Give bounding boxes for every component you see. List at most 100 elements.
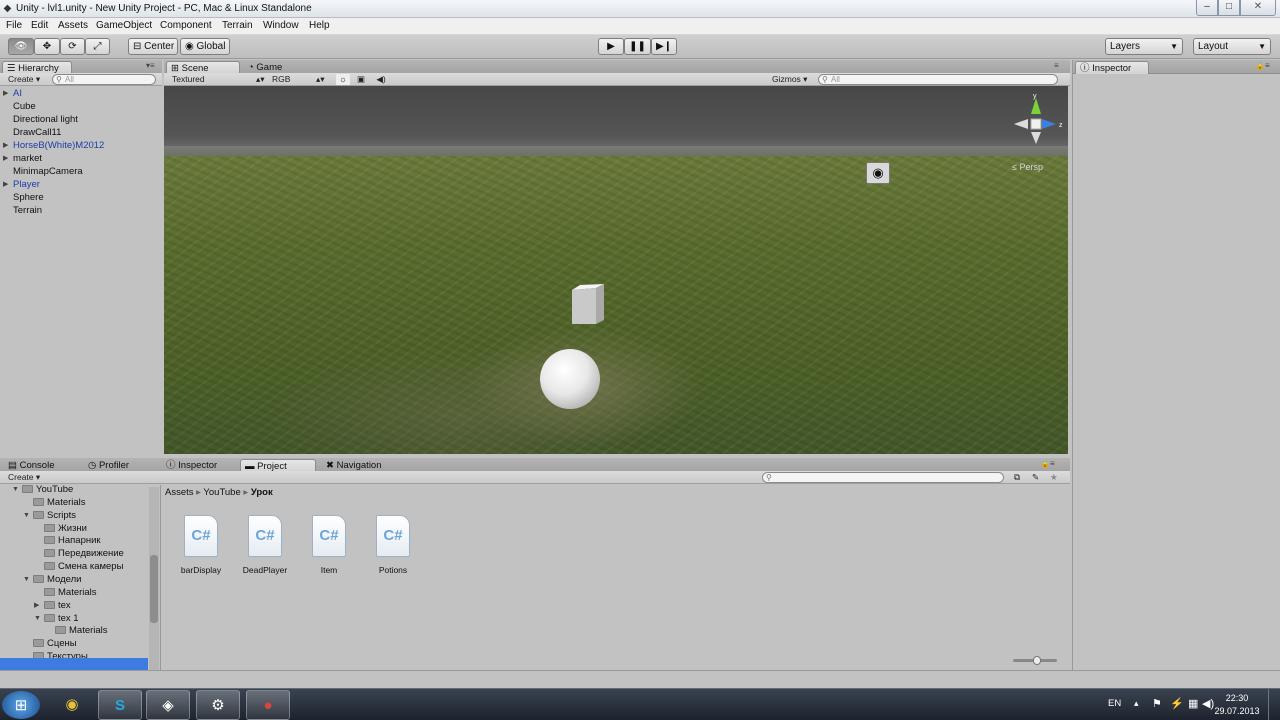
script-file[interactable]: C# DeadPlayer: [235, 505, 295, 575]
taskbar-chrome[interactable]: ◉: [50, 690, 94, 720]
expanded-arrow-icon[interactable]: ▼: [34, 612, 41, 625]
menu-help[interactable]: Help: [309, 20, 330, 31]
tree-folder-item[interactable]: Materials: [33, 496, 86, 509]
menu-terrain[interactable]: Terrain: [222, 20, 253, 31]
expand-arrow-icon[interactable]: ▶: [3, 178, 8, 191]
rotate-tool-button[interactable]: ⟳: [60, 38, 85, 55]
tree-folder-item[interactable]: ▼ YouTube: [12, 485, 73, 496]
show-desktop-button[interactable]: [1268, 689, 1280, 720]
panel-menu-icon[interactable]: ≡: [1054, 61, 1059, 70]
image-toggle[interactable]: ▣: [354, 74, 368, 85]
tree-folder-item[interactable]: Жизни: [44, 522, 87, 535]
tree-scrollbar-thumb[interactable]: [150, 555, 158, 623]
network-icon[interactable]: ▦: [1188, 697, 1198, 710]
hierarchy-search-input[interactable]: ⚲ All: [52, 74, 156, 85]
play-button[interactable]: ▶: [598, 38, 624, 55]
language-indicator[interactable]: EN: [1108, 698, 1121, 709]
scene-search-input[interactable]: ⚲ All: [818, 74, 1058, 85]
camera-gizmo-icon[interactable]: ◉: [866, 162, 890, 184]
tree-folder-item[interactable]: Materials: [44, 586, 97, 599]
lock-icon[interactable]: 🔒≡: [1255, 61, 1270, 70]
expanded-arrow-icon[interactable]: ▼: [12, 485, 19, 496]
step-button[interactable]: ▶❙: [651, 38, 677, 55]
tree-folder-item[interactable]: Передвижение: [44, 547, 124, 560]
tree-folder-item[interactable]: ▼ Модели: [23, 573, 81, 586]
layout-dropdown[interactable]: Layout ▼: [1193, 38, 1271, 55]
hierarchy-item[interactable]: Sphere: [0, 191, 160, 204]
breadcrumb-assets[interactable]: Assets: [165, 487, 194, 498]
tree-folder-item[interactable]: ▶ tex: [34, 599, 71, 612]
menu-file[interactable]: File: [6, 20, 22, 31]
expanded-arrow-icon[interactable]: ▼: [23, 573, 30, 586]
clock-time[interactable]: 22:30: [1212, 693, 1262, 703]
pivot-global-toggle[interactable]: ◉ Global: [180, 38, 230, 55]
script-file[interactable]: C# Potions: [363, 505, 423, 575]
expand-arrow-icon[interactable]: ▶: [3, 152, 8, 165]
hierarchy-item[interactable]: Terrain: [0, 204, 160, 217]
gizmos-dropdown[interactable]: Gizmos ▾: [772, 74, 807, 85]
hierarchy-item[interactable]: DrawCall11: [0, 126, 160, 139]
pivot-center-toggle[interactable]: ⊟ Center: [128, 38, 178, 55]
filter-label-button[interactable]: ✎: [1032, 472, 1039, 483]
start-button[interactable]: ⊞: [2, 691, 40, 719]
menu-edit[interactable]: Edit: [31, 20, 48, 31]
lighting-toggle[interactable]: ☼: [336, 74, 350, 85]
menu-assets[interactable]: Assets: [58, 20, 88, 31]
menu-gameobject[interactable]: GameObject: [96, 20, 152, 31]
view-tool-button[interactable]: 👁: [8, 38, 34, 55]
script-file[interactable]: C# Item: [299, 505, 359, 575]
taskbar-recorder[interactable]: ●: [246, 690, 290, 720]
pause-button[interactable]: ❚❚: [624, 38, 651, 55]
script-file[interactable]: C# barDisplay: [171, 505, 231, 575]
taskbar-app[interactable]: ⚙: [196, 690, 240, 720]
taskbar-unity[interactable]: ◈: [146, 690, 190, 720]
power-icon[interactable]: ⚡: [1170, 697, 1184, 710]
project-create-dropdown[interactable]: Create ▾: [8, 472, 40, 483]
expanded-arrow-icon[interactable]: ▼: [23, 509, 30, 522]
color-mode-dropdown[interactable]: RGB ▴▾: [272, 74, 325, 85]
tree-folder-item[interactable]: Напарник: [44, 534, 101, 547]
tree-folder-item[interactable]: Materials: [55, 624, 108, 637]
expand-arrow-icon[interactable]: ▶: [3, 87, 8, 100]
menu-component[interactable]: Component: [160, 20, 212, 31]
audio-toggle[interactable]: ◀): [374, 74, 388, 85]
cube-object[interactable]: [570, 282, 606, 326]
icon-size-slider-thumb[interactable]: [1033, 656, 1041, 665]
taskbar-skype[interactable]: S: [98, 690, 142, 720]
layers-dropdown[interactable]: Layers ▼: [1105, 38, 1183, 55]
tree-folder-item[interactable]: ▼ Scripts: [23, 509, 76, 522]
expand-arrow-icon[interactable]: ▶: [3, 139, 8, 152]
hierarchy-item[interactable]: Cube: [0, 100, 160, 113]
scene-viewport[interactable]: ◉ y z ≤ Persp: [164, 86, 1068, 454]
favorite-button[interactable]: ★: [1050, 472, 1058, 483]
hierarchy-item[interactable]: ▶ market: [0, 152, 160, 165]
breadcrumb-current[interactable]: Урок: [251, 487, 273, 498]
scene-orientation-gizmo[interactable]: y z: [1006, 94, 1066, 154]
hierarchy-item[interactable]: MinimapCamera: [0, 165, 160, 178]
collapsed-arrow-icon[interactable]: ▶: [34, 599, 39, 612]
scale-tool-button[interactable]: ⤢: [85, 38, 110, 55]
menu-window[interactable]: Window: [263, 20, 299, 31]
breadcrumb-youtube[interactable]: YouTube: [203, 487, 240, 498]
hierarchy-item[interactable]: ▶ AI: [0, 87, 160, 100]
hierarchy-item[interactable]: ▶ HorseB(White)M2012: [0, 139, 160, 152]
close-button[interactable]: ✕: [1240, 0, 1276, 16]
hierarchy-item[interactable]: ▶ Player: [0, 178, 160, 191]
project-search-input[interactable]: ⚲: [762, 472, 1004, 483]
tab-inspector[interactable]: ⓘ Inspector: [1075, 61, 1149, 74]
tree-folder-item[interactable]: ▼ tex 1: [34, 612, 79, 625]
panel-menu-icon[interactable]: ▾≡: [146, 61, 155, 70]
tree-folder-item[interactable]: Сцены: [33, 637, 77, 650]
filter-type-button[interactable]: ⧉: [1014, 472, 1020, 483]
hierarchy-create-dropdown[interactable]: Create ▾: [8, 74, 40, 85]
maximize-button[interactable]: □: [1218, 0, 1240, 16]
render-mode-dropdown[interactable]: Textured ▴▾: [172, 74, 265, 85]
move-tool-button[interactable]: ✥: [34, 38, 60, 55]
lock-icon[interactable]: 🔒≡: [1040, 459, 1055, 468]
sphere-object[interactable]: [540, 349, 600, 409]
tray-expand-icon[interactable]: ▴: [1134, 698, 1139, 709]
minimize-button[interactable]: –: [1196, 0, 1218, 16]
hierarchy-item[interactable]: Directional light: [0, 113, 160, 126]
clock-date[interactable]: 29.07.2013: [1212, 706, 1262, 716]
flag-icon[interactable]: ⚑: [1152, 697, 1162, 710]
